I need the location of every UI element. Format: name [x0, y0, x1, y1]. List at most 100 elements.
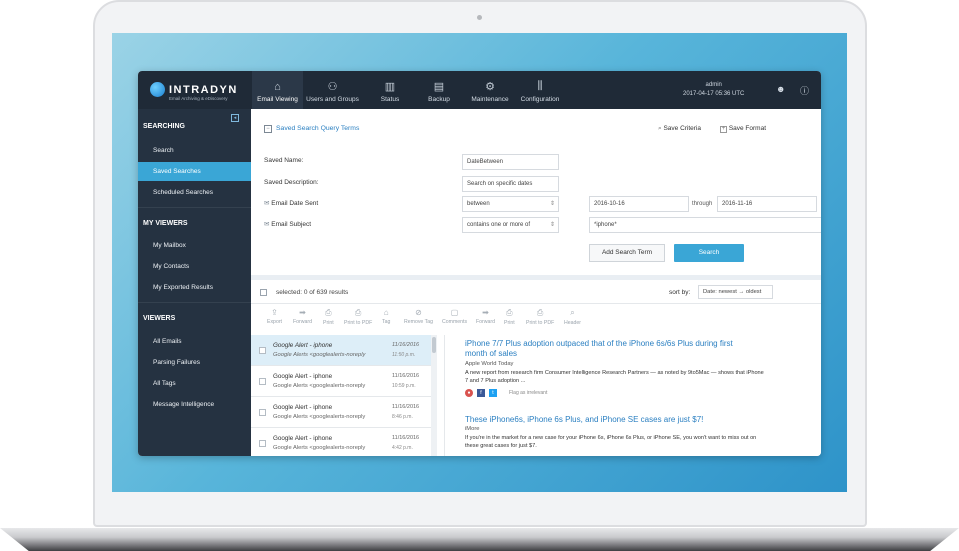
date-from-field[interactable]: 2016-10-16 — [589, 196, 689, 212]
email-from: Google Alerts <googlealerts-noreply — [273, 383, 366, 389]
search-button[interactable]: Search — [674, 244, 744, 262]
sidebar-item-scheduled-searches[interactable]: Scheduled Searches — [138, 183, 251, 202]
article-1-body: A new report from research firm Consumer… — [465, 370, 764, 384]
preview-print-button[interactable]: ⎙ Print — [504, 308, 515, 326]
date-to-field[interactable]: 2016-11-16 — [717, 196, 817, 212]
top-navigation-bar: INTRADYN Email Archiving & eDiscovery ⌂ … — [138, 71, 821, 109]
sidebar-item-my-exported-results[interactable]: My Exported Results — [138, 278, 251, 297]
article-2-title[interactable]: These iPhone6s, iPhone 6s Plus, and iPho… — [465, 415, 755, 425]
home-icon: ⌂ — [274, 81, 281, 93]
export-button[interactable]: ⇪ Export — [267, 308, 282, 325]
twitter-icon[interactable]: t — [489, 389, 497, 397]
users-icon: ⚇ — [327, 81, 338, 93]
zoom-icon: ⌕ — [570, 308, 575, 317]
save-format-button[interactable]: + Save Format — [720, 125, 766, 133]
print-to-pdf-button[interactable]: ⎙ Print to PDF — [344, 308, 372, 326]
saved-name-field[interactable]: DateBetween — [462, 154, 559, 170]
collapse-query-icon[interactable]: − — [264, 125, 272, 133]
row-checkbox[interactable] — [259, 440, 266, 447]
email-row[interactable]: Google Alert - iphone Google Alerts <goo… — [251, 366, 431, 397]
logo-icon — [150, 82, 165, 97]
save-format-label: Save Format — [728, 125, 767, 132]
laptop-base — [0, 528, 959, 551]
nav-tab-maintenance[interactable]: ⚙ Maintenance — [467, 71, 513, 109]
print-icon: ⎙ — [325, 308, 332, 317]
sidebar-item-all-emails[interactable]: All Emails — [138, 332, 251, 351]
nav-tab-status[interactable]: ▥ Status — [372, 71, 408, 109]
email-row[interactable]: Google Alert - iphone Google Alerts <goo… — [251, 428, 431, 456]
export-icon: ⇪ — [271, 308, 278, 317]
sidebar-item-my-contacts[interactable]: My Contacts — [138, 257, 251, 276]
forward-button[interactable]: ➡ Forward — [293, 308, 312, 325]
subject-term: ✉ Email Subject — [264, 220, 311, 228]
user-info: admin 2017-04-17 05:36 UTC — [683, 81, 744, 99]
gear-icon: ⚙ — [485, 81, 495, 93]
save-criteria-button[interactable]: ⌕ Save Criteria — [658, 125, 701, 133]
pdf-icon: ⎙ — [354, 308, 362, 317]
nav-tab-email-viewing[interactable]: ⌂ Email Viewing — [252, 71, 303, 109]
row-checkbox[interactable] — [259, 378, 266, 385]
user-profile-icon[interactable]: ☻ — [776, 84, 785, 94]
email-date: 11/16/2016 — [392, 342, 420, 348]
email-date: 11/16/2016 — [392, 404, 420, 410]
facebook-icon[interactable]: f — [477, 389, 485, 397]
nav-tab-label: Status — [380, 96, 400, 103]
email-row[interactable]: Google Alert - iphone Google Alerts <goo… — [251, 335, 431, 366]
email-time: 8:46 p.m. — [392, 414, 413, 420]
sidebar-item-all-tags[interactable]: All Tags — [138, 374, 251, 393]
save-criteria-label: Save Criteria — [663, 125, 702, 132]
add-search-term-button[interactable]: Add Search Term — [589, 244, 665, 262]
google-plus-icon[interactable]: ● — [465, 389, 473, 397]
row-checkbox[interactable] — [259, 347, 266, 354]
selected-count: selected: 0 of 639 results — [276, 289, 349, 296]
remove-tag-button[interactable]: ⊘ Remove Tag — [404, 308, 433, 325]
date-operator-value: between — [467, 201, 490, 207]
sort-select[interactable]: Date: newest → oldest — [698, 285, 773, 299]
flag-irrelevant-link[interactable]: Flag as irrelevant — [509, 390, 547, 396]
select-all-checkbox[interactable] — [260, 289, 267, 296]
email-subject: Google Alert - iphone — [273, 342, 333, 349]
preview-print-to-pdf-button[interactable]: ⎙ Print to PDF — [526, 308, 554, 326]
email-subject: Google Alert - iphone — [273, 435, 333, 442]
mail-icon: ✉ — [264, 221, 270, 228]
email-date: 11/16/2016 — [392, 373, 420, 379]
subject-term-label: Email Subject — [271, 221, 312, 228]
select-arrow-icon: ⇕ — [549, 201, 555, 207]
sidebar-item-message-intelligence[interactable]: Message Intelligence — [138, 395, 251, 414]
date-operator-select[interactable]: between ⇕ — [462, 196, 559, 212]
preview-forward-button[interactable]: ➡ Forward — [476, 308, 495, 325]
comments-icon: ▢ — [450, 308, 459, 317]
nav-tab-configuration[interactable]: ⫼ Configuration — [516, 71, 564, 109]
collapse-sidebar-icon[interactable]: ◂ — [231, 114, 239, 122]
sidebar-item-my-mailbox[interactable]: My Mailbox — [138, 236, 251, 255]
nav-tab-backup[interactable]: ▤ Backup — [420, 71, 458, 109]
sidebar-item-parsing-failures[interactable]: Parsing Failures — [138, 353, 251, 372]
comments-button[interactable]: ▢ Comments — [442, 308, 467, 325]
subject-operator-select[interactable]: contains one or more of ⇕ — [462, 217, 559, 233]
saved-description-field[interactable]: Search on specific dates — [462, 176, 559, 192]
nav-tab-users-and-groups[interactable]: ⚇ Users and Groups — [304, 71, 361, 109]
tag-button[interactable]: ⌂ Tag — [382, 308, 390, 325]
header-button[interactable]: ⌕ Header — [564, 308, 581, 326]
subject-value-field[interactable]: *iphone* — [589, 217, 821, 233]
saved-description-label: Saved Description: — [264, 179, 319, 186]
scrollbar-thumb[interactable] — [432, 337, 436, 353]
section-divider — [251, 275, 821, 280]
sidebar-item-search[interactable]: Search — [138, 141, 251, 160]
brand-logo[interactable]: INTRADYN Email Archiving & eDiscovery — [150, 82, 238, 101]
row-checkbox[interactable] — [259, 409, 266, 416]
help-icon[interactable]: ⓘ — [800, 84, 809, 97]
email-row[interactable]: Google Alert - iphone Google Alerts <goo… — [251, 397, 431, 428]
sidebar-section-my-viewers: MY VIEWERS — [143, 220, 188, 227]
query-section-title[interactable]: Saved Search Query Terms — [276, 125, 359, 132]
print-button[interactable]: ⎙ Print — [323, 308, 334, 326]
email-subject: Google Alert - iphone — [273, 373, 333, 380]
email-from: Google Alerts <googlealerts-noreply — [273, 445, 366, 451]
article-2-body: If you're in the market for a new case f… — [465, 435, 757, 449]
email-time: 10:59 p.m. — [392, 383, 416, 389]
article-1-title[interactable]: iPhone 7/7 Plus adoption outpaced that o… — [465, 339, 755, 359]
nav-tab-label: Configuration — [520, 96, 560, 103]
saved-name-label: Saved Name: — [264, 157, 304, 164]
sidebar-item-saved-searches[interactable]: Saved Searches — [138, 162, 251, 181]
email-list-scrollbar[interactable] — [431, 335, 437, 456]
